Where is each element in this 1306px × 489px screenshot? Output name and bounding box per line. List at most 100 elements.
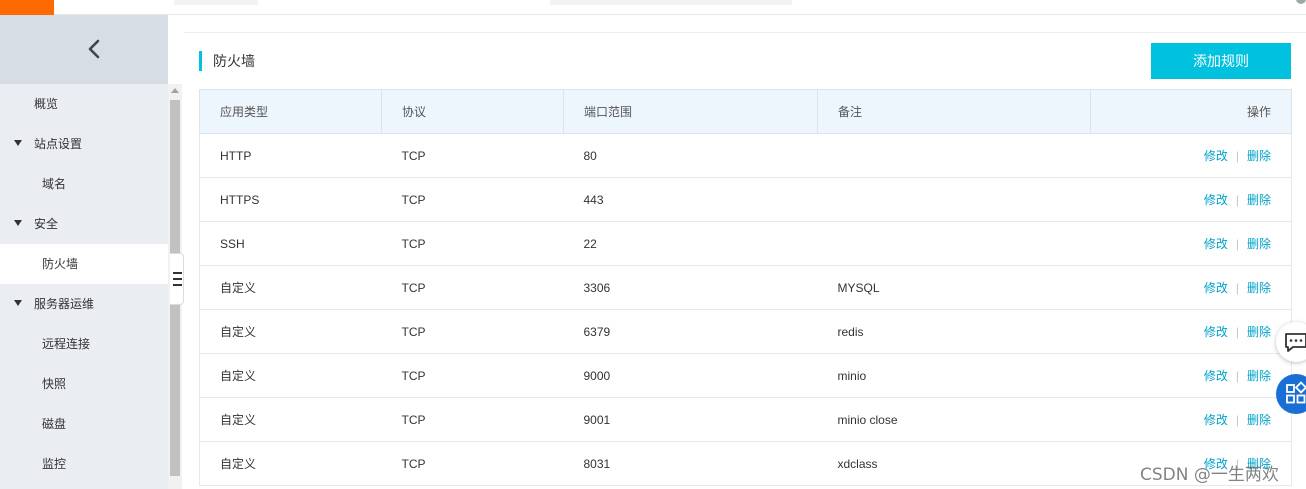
firewall-rules-table: 应用类型 协议 端口范围 备注 操作 HTTP TCP 80 修改 | 删除 HTTPS TC… xyxy=(199,89,1292,486)
delete-link[interactable]: 删除 xyxy=(1247,193,1271,207)
add-rule-button[interactable]: 添加规则 xyxy=(1151,43,1291,79)
table-row: 自定义 TCP 8031 xdclass 修改 | 删除 xyxy=(199,441,1292,486)
delete-link[interactable]: 删除 xyxy=(1247,325,1271,339)
cell-type: HTTP xyxy=(199,133,382,178)
sidebar-item[interactable]: 安全 xyxy=(0,204,168,244)
cell-protocol: TCP xyxy=(381,221,564,266)
cell-protocol: TCP xyxy=(381,177,564,222)
delete-link[interactable]: 删除 xyxy=(1247,369,1271,383)
cell-port-range: 6379 xyxy=(563,309,818,354)
caret-down-icon xyxy=(14,140,22,146)
top-nav-field[interactable] xyxy=(174,0,258,5)
main-content: 防火墙 添加规则 应用类型 协议 端口范围 备注 操作 HTTP TCP 80 修改 |… xyxy=(184,15,1306,489)
sidebar-item-label: 服务器运维 xyxy=(34,297,95,311)
cell-type: SSH xyxy=(199,221,382,266)
sidebar-toggle-button[interactable] xyxy=(170,253,184,305)
column-header-actions: 操作 xyxy=(1090,89,1292,134)
edit-link[interactable]: 修改 xyxy=(1204,325,1228,339)
edit-link[interactable]: 修改 xyxy=(1204,193,1228,207)
delete-link[interactable]: 删除 xyxy=(1247,281,1271,295)
action-separator: | xyxy=(1235,281,1239,295)
divider xyxy=(184,32,1306,33)
table-row: SSH TCP 22 修改 | 删除 xyxy=(199,221,1292,266)
cell-actions: 修改 | 删除 xyxy=(1090,397,1292,442)
delete-link[interactable]: 删除 xyxy=(1247,413,1271,427)
sidebar-item[interactable]: 监控 xyxy=(0,444,168,484)
cell-actions: 修改 | 删除 xyxy=(1090,221,1292,266)
table-row: 自定义 TCP 9001 minio close 修改 | 删除 xyxy=(199,397,1292,442)
cell-actions: 修改 | 删除 xyxy=(1090,309,1292,354)
sidebar-item-label: 概览 xyxy=(34,97,59,111)
table-row: 自定义 TCP 3306 MYSQL 修改 | 删除 xyxy=(199,265,1292,310)
table-row: HTTP TCP 80 修改 | 删除 xyxy=(199,133,1292,178)
cell-type: 自定义 xyxy=(199,353,382,398)
sidebar-item[interactable]: 概览 xyxy=(0,84,168,124)
apps-button[interactable] xyxy=(1276,374,1306,414)
sidebar-item-label: 监控 xyxy=(42,457,67,471)
cell-note: minio close xyxy=(817,397,1091,442)
cell-actions: 修改 | 删除 xyxy=(1090,265,1292,310)
cell-port-range: 9001 xyxy=(563,397,818,442)
sidebar-item[interactable]: 站点设置 xyxy=(0,124,168,164)
cell-port-range: 3306 xyxy=(563,265,818,310)
cell-note xyxy=(817,177,1091,222)
watermark: CSDN @一生两欢 xyxy=(1140,465,1279,485)
action-separator: | xyxy=(1235,413,1239,427)
column-header-port-range: 端口范围 xyxy=(563,89,818,134)
cell-protocol: TCP xyxy=(381,133,564,178)
cell-actions: 修改 | 删除 xyxy=(1090,133,1292,178)
edit-link[interactable]: 修改 xyxy=(1204,237,1228,251)
sidebar-item[interactable]: 快照 xyxy=(0,364,168,404)
cell-actions: 修改 | 删除 xyxy=(1090,177,1292,222)
sidebar-item-label: 磁盘 xyxy=(42,417,67,431)
cell-note: redis xyxy=(817,309,1091,354)
chat-bubble-icon xyxy=(1285,333,1306,352)
sidebar-collapse-button[interactable] xyxy=(0,15,168,84)
delete-link[interactable]: 删除 xyxy=(1247,149,1271,163)
sidebar: 概览站点设置 域名 安全防火墙服务器运维远程连接快照磁盘监控 xyxy=(0,15,168,489)
sidebar-item-label: 快照 xyxy=(42,377,67,391)
column-header-note: 备注 xyxy=(817,89,1091,134)
chat-button[interactable] xyxy=(1276,322,1306,362)
edit-link[interactable]: 修改 xyxy=(1204,281,1228,295)
top-search-field[interactable] xyxy=(550,0,792,5)
apps-grid-icon xyxy=(1286,381,1306,404)
table-header-row: 应用类型 协议 端口范围 备注 操作 xyxy=(199,89,1292,134)
sidebar-item[interactable]: 防火墙 xyxy=(0,244,168,284)
top-navbar xyxy=(0,0,1306,15)
sidebar-item-label: 防火墙 xyxy=(42,257,79,271)
delete-link[interactable]: 删除 xyxy=(1247,237,1271,251)
cell-port-range: 443 xyxy=(563,177,818,222)
sidebar-item[interactable]: 域名 xyxy=(0,164,168,204)
page-title: 防火墙 xyxy=(199,51,255,71)
cell-type: 自定义 xyxy=(199,441,382,486)
cell-protocol: TCP xyxy=(381,309,564,354)
edit-link[interactable]: 修改 xyxy=(1204,413,1228,427)
cell-note: MYSQL xyxy=(817,265,1091,310)
sidebar-item[interactable]: 远程连接 xyxy=(0,324,168,364)
action-separator: | xyxy=(1235,193,1239,207)
scroll-up-arrow-icon[interactable] xyxy=(171,88,179,93)
cell-protocol: TCP xyxy=(381,353,564,398)
edit-link[interactable]: 修改 xyxy=(1204,369,1228,383)
cell-note xyxy=(817,221,1091,266)
sidebar-item-label: 远程连接 xyxy=(42,337,91,351)
menu-lines-icon xyxy=(173,284,182,286)
action-separator: | xyxy=(1235,325,1239,339)
table-row: 自定义 TCP 9000 minio 修改 | 删除 xyxy=(199,353,1292,398)
action-separator: | xyxy=(1235,369,1239,383)
column-header-protocol: 协议 xyxy=(381,89,564,134)
edit-link[interactable]: 修改 xyxy=(1204,149,1228,163)
avatar[interactable] xyxy=(1296,0,1306,4)
cell-note: xdclass xyxy=(817,441,1091,486)
brand-logo[interactable] xyxy=(0,0,54,15)
cell-note: minio xyxy=(817,353,1091,398)
sidebar-item[interactable]: 磁盘 xyxy=(0,404,168,444)
menu-lines-icon xyxy=(173,278,182,280)
cell-protocol: TCP xyxy=(381,265,564,310)
caret-down-icon xyxy=(14,220,22,226)
caret-down-icon xyxy=(14,300,22,306)
sidebar-item[interactable]: 服务器运维 xyxy=(0,284,168,324)
action-separator: | xyxy=(1235,149,1239,163)
column-header-type: 应用类型 xyxy=(199,89,382,134)
